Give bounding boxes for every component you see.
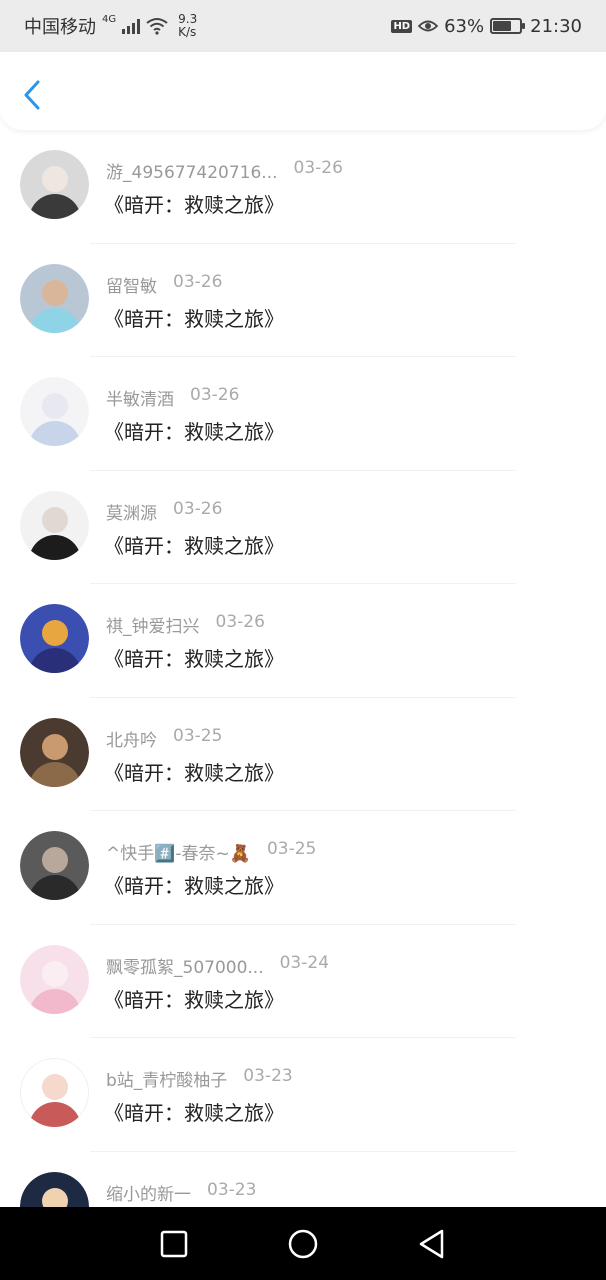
item-date: 03-26 [215,612,265,632]
item-title[interactable]: 《暗开：救赎之旅》 [104,416,284,445]
item-meta: 缩小的新一 03-23 [106,1180,256,1205]
battery-percent: 63% [444,15,485,37]
status-left: 中国移动 4G 9.3 K/s [24,13,197,39]
item-title[interactable]: 《暗开：救赎之旅》 [104,643,284,672]
item-title[interactable]: 《暗开：救赎之旅》 [104,530,284,559]
item-title[interactable]: 《暗开：救赎之旅》 [104,303,284,332]
list-item[interactable]: 飘零孤絮_507000... 03-24 《暗开：救赎之旅》 [0,925,606,1038]
list-item[interactable]: 半敏清酒 03-26 《暗开：救赎之旅》 [0,357,606,471]
system-nav-bar [0,1207,606,1280]
avatar[interactable] [20,263,89,333]
user-list: 游_495677420716... 03-26 《暗开：救赎之旅》 留智敏 03… [0,130,606,1207]
item-date: 03-26 [190,385,240,405]
user-name[interactable]: 半敏清酒 [106,385,174,410]
item-title[interactable]: 《暗开：救赎之旅》 [104,757,284,786]
wifi-icon [146,18,168,35]
signal-icon [122,18,141,34]
user-name[interactable]: ^快手#️⃣-春奈~🧸 [106,839,251,864]
list-item[interactable]: 北舟吟 03-25 《暗开：救赎之旅》 [0,698,606,811]
square-icon[interactable] [154,1224,194,1264]
user-name[interactable]: 莫渊源 [106,499,157,524]
item-meta: 半敏清酒 03-26 [106,385,239,410]
user-name[interactable]: 飘零孤絮_507000... [106,953,264,978]
item-date: 03-26 [293,158,343,178]
battery-icon [490,18,526,34]
clock: 21:30 [530,15,582,37]
avatar[interactable] [20,377,89,446]
item-date: 03-25 [266,839,317,859]
list-item[interactable]: 游_495677420716... 03-26 《暗开：救赎之旅》 [0,130,606,244]
item-date: 03-25 [173,725,223,746]
item-title[interactable]: 《暗开：救赎之旅》 [104,1097,284,1126]
list-item[interactable]: 祺_钟爱扫兴 03-26 《暗开：救赎之旅》 [0,584,606,698]
item-meta: 北舟吟 03-25 [106,726,222,751]
user-name[interactable]: 北舟吟 [106,726,157,751]
item-meta: 游_495677420716... 03-26 [106,158,343,183]
list-item[interactable]: b站_青柠酸柚子 03-23 《暗开：救赎之旅》 [0,1038,606,1152]
item-meta: 飘零孤絮_507000... 03-24 [106,953,329,978]
item-meta: 祺_钟爱扫兴 03-26 [106,612,265,637]
user-name[interactable]: b站_青柠酸柚子 [106,1066,227,1091]
item-title[interactable]: 《暗开：救赎之旅》 [104,870,284,899]
list-item[interactable]: 留智敏 03-26 《暗开：救赎之旅》 [0,244,606,357]
item-meta: ^快手#️⃣-春奈~🧸 03-25 [106,839,316,864]
hd-icon: HD [391,19,413,33]
avatar[interactable] [20,717,89,787]
avatar[interactable] [20,1171,89,1207]
item-title[interactable]: 《暗开：救赎之旅》 [104,984,284,1013]
circle-icon[interactable] [283,1224,323,1264]
triangle-back-icon[interactable] [412,1224,452,1264]
avatar[interactable] [20,1058,89,1127]
avatar[interactable] [20,831,89,900]
user-name[interactable]: 留智敏 [106,272,157,297]
list-item[interactable]: 缩小的新一 03-23 [0,1152,606,1207]
network-type-label: 4G [102,14,117,25]
user-name[interactable]: 缩小的新一 [106,1180,191,1205]
avatar[interactable] [20,490,89,560]
item-date: 03-26 [173,271,223,292]
chevron-left-icon[interactable] [18,78,48,112]
item-date: 03-26 [173,498,223,519]
battery-level [493,21,511,31]
list-item[interactable]: ^快手#️⃣-春奈~🧸 03-25 《暗开：救赎之旅》 [0,811,606,925]
status-right: HD 63% 21:30 [391,16,582,37]
item-title[interactable]: 《暗开：救赎之旅》 [104,189,284,218]
item-date: 03-24 [279,952,330,973]
list-item[interactable]: 莫渊源 03-26 《暗开：救赎之旅》 [0,471,606,584]
item-date: 03-23 [243,1066,293,1086]
item-meta: 莫渊源 03-26 [106,499,222,524]
item-meta: b站_青柠酸柚子 03-23 [106,1066,293,1091]
user-name[interactable]: 游_495677420716... [106,158,278,183]
user-name[interactable]: 祺_钟爱扫兴 [106,612,200,637]
avatar[interactable] [20,150,89,219]
carrier-label: 中国移动 [24,17,96,38]
avatar[interactable] [20,604,89,673]
item-date: 03-23 [207,1179,257,1200]
avatar[interactable] [20,944,89,1014]
item-meta: 留智敏 03-26 [106,272,222,297]
top-header [0,52,606,130]
network-speed-unit: K/s [178,25,197,39]
eye-comfort-icon [418,20,439,32]
network-speed: 9.3 K/s [178,13,197,39]
status-bar: 中国移动 4G 9.3 K/s HD 63% 21:30 [0,0,606,52]
